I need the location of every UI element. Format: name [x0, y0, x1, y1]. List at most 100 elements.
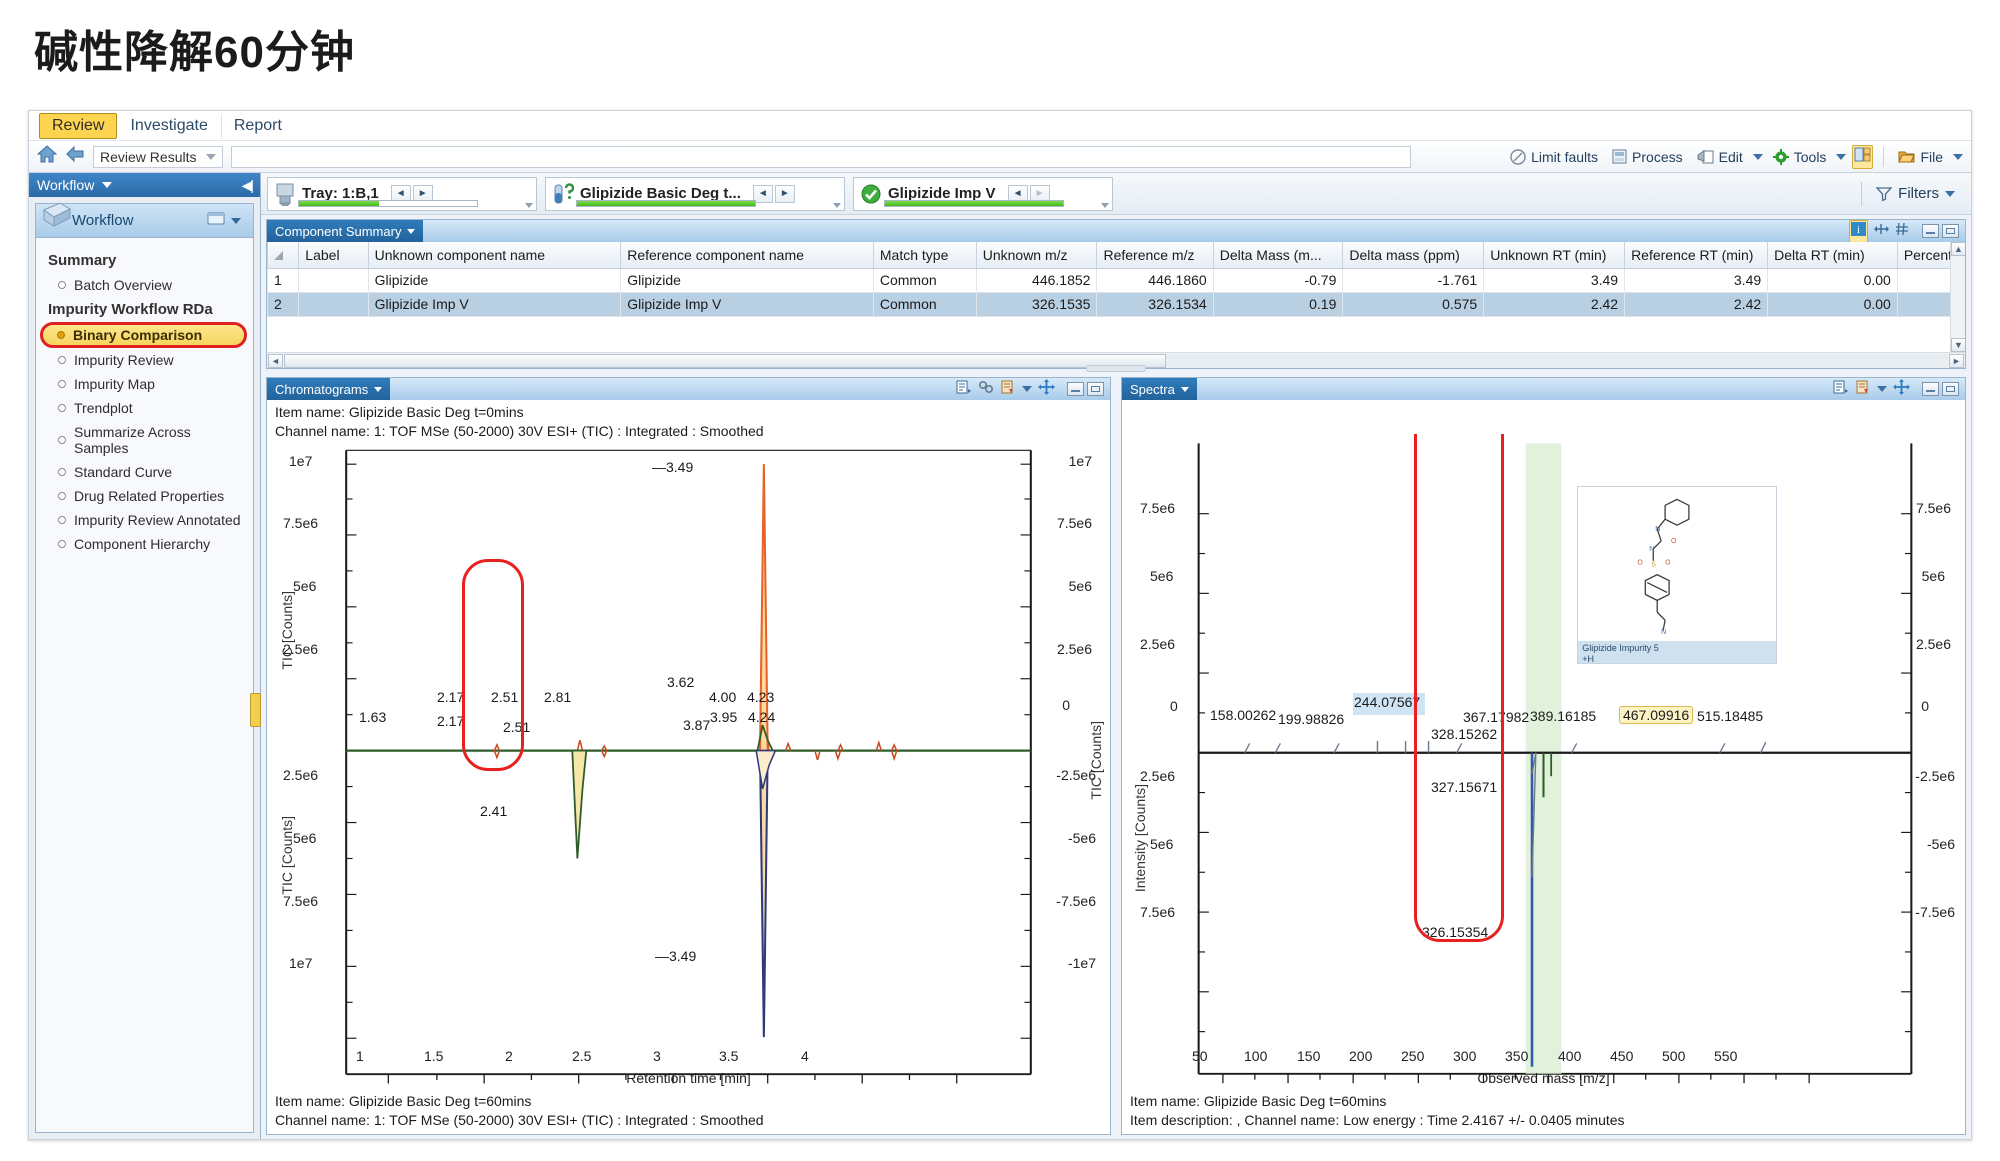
info-button[interactable]: i	[1849, 219, 1868, 243]
spectra-header-info	[1122, 400, 1965, 434]
limit-faults-button[interactable]: Limit faults	[1506, 148, 1602, 166]
annotate-icon[interactable]	[1833, 380, 1849, 399]
folder-icon	[1898, 151, 1916, 163]
tools-button[interactable]: Tools	[1769, 148, 1831, 166]
sidebar-item-impurity-review-annotated[interactable]: Impurity Review Annotated	[36, 508, 253, 532]
home-icon[interactable]	[36, 145, 58, 168]
col-unknown-rt[interactable]: Unknown RT (min)	[1483, 242, 1626, 269]
column-select-all[interactable]	[267, 242, 300, 269]
hash-icon[interactable]	[1895, 222, 1910, 241]
breadcrumb-extension[interactable]	[231, 145, 1411, 168]
chromatogram-plot[interactable]: TIC [Counts] TIC [Counts] 1e7 7.5e6 5e6 …	[267, 440, 1110, 1091]
structure-name: Glipizide Impurity 5	[1582, 642, 1659, 653]
col-unknown-mz[interactable]: Unknown m/z	[975, 242, 1098, 269]
export-chevron-down-icon[interactable]	[1877, 386, 1887, 392]
minimize-button[interactable]	[1922, 224, 1939, 238]
table-row[interactable]: 2 Glipizide Imp V Glipizide Imp V Common…	[267, 292, 1965, 317]
chromatograms-window-buttons[interactable]	[1067, 382, 1104, 396]
panel-resize-grip[interactable]	[1086, 365, 1146, 372]
sidebar-chevron-down-icon[interactable]	[102, 182, 113, 188]
chromatograms-chevron-down-icon[interactable]	[374, 386, 383, 392]
sample-nav-arrows[interactable]: ◄ ►	[752, 184, 795, 203]
col-delta-mass-ppm[interactable]: Delta mass (ppm)	[1342, 242, 1485, 269]
scroll-left-button[interactable]: ◄	[268, 353, 283, 368]
col-reference-mz[interactable]: Reference m/z	[1096, 242, 1214, 269]
sample-next-button[interactable]: ►	[774, 184, 795, 203]
annotate-icon[interactable]	[956, 380, 972, 399]
minimize-button[interactable]	[1067, 382, 1084, 396]
col-reference-rt[interactable]: Reference RT (min)	[1624, 242, 1769, 269]
sidebar-item-impurity-map[interactable]: Impurity Map	[36, 372, 253, 396]
export-icon[interactable]	[1000, 380, 1016, 399]
maximize-button[interactable]	[1942, 224, 1959, 238]
col-reference-component-name[interactable]: Reference component name	[620, 242, 874, 269]
col-delta-rt[interactable]: Delta RT (min)	[1767, 242, 1898, 269]
export-chevron-down-icon[interactable]	[1022, 386, 1032, 392]
sidebar-collapse-button[interactable]: ◀|	[242, 177, 254, 194]
process-button[interactable]: Process	[1608, 148, 1687, 166]
tray-chevron-down-icon[interactable]	[525, 202, 533, 208]
filters-button[interactable]: Filters	[1861, 181, 1965, 206]
structure-thumbnail[interactable]: N O N O O S N Glipizide Impurity 5 +H	[1577, 486, 1778, 664]
sidebar-resize-handle[interactable]	[250, 693, 261, 727]
filters-chevron-down-icon[interactable]	[1945, 190, 1955, 197]
tray-selector[interactable]: Tray: 1:B,1 ◄ ►	[267, 176, 537, 211]
edit-button[interactable]: Edit	[1693, 148, 1747, 166]
sidebar-item-summarize-across-samples[interactable]: Summarize Across Samples	[36, 420, 253, 460]
layout-toggle-button[interactable]	[1852, 144, 1874, 169]
col-unknown-component-name[interactable]: Unknown component name	[367, 242, 622, 269]
move-icon[interactable]	[1893, 378, 1910, 400]
file-button[interactable]: File	[1894, 148, 1947, 166]
tools-label: Tools	[1793, 148, 1827, 165]
spectra-plot[interactable]: Intensity [Counts] 7.5e6 5e6 2.5e6 0 2.5…	[1122, 434, 1965, 1091]
tools-chevron-down-icon[interactable]	[1836, 153, 1847, 160]
col-match-type[interactable]: Match type	[872, 242, 977, 269]
edit-chevron-down-icon[interactable]	[1752, 153, 1763, 160]
workflow-card-chevron-down-icon[interactable]	[231, 217, 241, 224]
workflow-card-view-icon[interactable]	[207, 211, 225, 231]
expand-icon[interactable]	[1874, 222, 1889, 241]
chevron-down-icon[interactable]	[206, 153, 216, 160]
sidebar-item-drug-related-properties[interactable]: Drug Related Properties	[36, 484, 253, 508]
sidebar-item-component-hierarchy[interactable]: Component Hierarchy	[36, 532, 253, 556]
radio-icon	[58, 436, 66, 444]
link-icon[interactable]	[978, 380, 994, 399]
sidebar-item-trendplot[interactable]: Trendplot	[36, 396, 253, 420]
scroll-up-button[interactable]: ▲	[1951, 242, 1965, 256]
breadcrumb[interactable]: Review Results	[93, 145, 223, 168]
col-delta-mass[interactable]: Delta Mass (m...	[1212, 242, 1344, 269]
scroll-right-button[interactable]: ►	[1949, 353, 1964, 368]
sidebar-item-binary-comparison[interactable]: Binary Comparison	[40, 322, 247, 348]
spectra-window-buttons[interactable]	[1922, 382, 1959, 396]
export-icon[interactable]	[1855, 380, 1871, 399]
spectra-title-tab[interactable]: Spectra	[1122, 378, 1197, 400]
tab-investigate[interactable]: Investigate	[117, 113, 220, 139]
file-chevron-down-icon[interactable]	[1953, 153, 1963, 160]
back-arrow-icon[interactable]	[65, 145, 85, 168]
ribbon-tab-bar: Review Investigate Report	[29, 111, 1971, 141]
move-icon[interactable]	[1038, 378, 1055, 400]
component-summary-table-wrap: Label Unknown component name Reference c…	[267, 242, 1965, 352]
sidebar-item-batch-overview[interactable]: Batch Overview	[36, 273, 253, 297]
col-label[interactable]: Label	[298, 242, 369, 269]
maximize-button[interactable]	[1087, 382, 1104, 396]
spectra-chevron-down-icon[interactable]	[1180, 386, 1189, 392]
tab-report[interactable]: Report	[220, 112, 295, 139]
table-row[interactable]: 1 Glipizide Glipizide Common 446.1852 44…	[267, 268, 1965, 293]
chromatograms-title-tab[interactable]: Chromatograms	[267, 378, 391, 400]
sample-chevron-down-icon[interactable]	[833, 202, 841, 208]
scroll-down-button[interactable]: ▼	[1951, 338, 1965, 352]
scroll-thumb[interactable]	[284, 353, 1166, 368]
component-summary-window-buttons[interactable]	[1922, 224, 1959, 238]
component-summary-title-tab[interactable]: Component Summary	[267, 220, 424, 242]
component-selector[interactable]: Glipizide Imp V ◄ ►	[853, 176, 1113, 211]
maximize-button[interactable]	[1942, 382, 1959, 396]
sidebar-item-impurity-review[interactable]: Impurity Review	[36, 348, 253, 372]
sample-selector[interactable]: Glipizide Basic Deg t... ◄ ►	[545, 176, 845, 211]
component-summary-chevron-down-icon[interactable]	[407, 228, 416, 234]
component-chevron-down-icon[interactable]	[1101, 202, 1109, 208]
tab-review[interactable]: Review	[39, 112, 118, 139]
table-vertical-scrollbar[interactable]: ▲ ▼	[1950, 242, 1965, 352]
minimize-button[interactable]	[1922, 382, 1939, 396]
sidebar-item-standard-curve[interactable]: Standard Curve	[36, 460, 253, 484]
